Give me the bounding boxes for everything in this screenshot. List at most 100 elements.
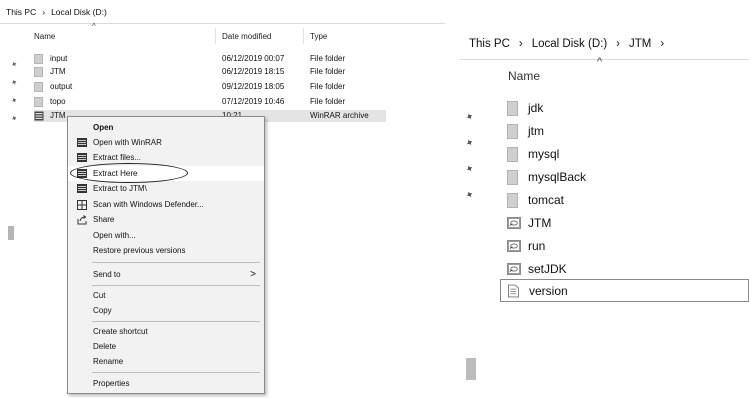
pin-icon[interactable]: ✦ (9, 113, 19, 124)
breadcrumb: This PC › Local Disk (D:) › JTM › (469, 38, 664, 50)
menu-item-delete[interactable]: Delete (68, 339, 264, 354)
shortcut-icon (507, 240, 521, 252)
file-row-jdk[interactable]: jdk (500, 97, 749, 119)
text-file-icon (508, 284, 519, 298)
folder-icon (34, 54, 43, 64)
file-type: WinRAR archive (310, 111, 369, 120)
menu-item-send-to[interactable]: Send to > (68, 267, 264, 282)
column-header-date[interactable]: Date modified (222, 32, 271, 41)
file-date: 07/12/2019 10:46 (222, 97, 285, 106)
menu-item-extract-to[interactable]: Extract to JTM\ (68, 181, 264, 196)
shortcut-icon (507, 263, 521, 275)
menu-item-open[interactable]: Open (68, 120, 264, 135)
pin-icon[interactable]: ✦ (9, 95, 19, 106)
file-name: input (50, 54, 68, 63)
winrar-icon (77, 138, 87, 147)
pin-icon[interactable]: ✦ (9, 59, 19, 70)
pin-icon[interactable]: ✦ (464, 163, 477, 177)
menu-item-restore-versions[interactable]: Restore previous versions (68, 243, 264, 258)
file-date: 06/12/2019 18:15 (222, 67, 285, 76)
folder-icon (507, 170, 518, 185)
menu-item-label: Extract to JTM\ (93, 184, 147, 193)
column-header-row: Name ^ Date modified Type (0, 22, 445, 46)
column-header-name[interactable]: Name (34, 32, 55, 41)
context-menu: Open Open with WinRAR Extract files... E… (67, 116, 265, 394)
file-name: jdk (528, 101, 544, 115)
file-name: JTM (50, 67, 66, 76)
column-header-name[interactable]: Name (508, 69, 540, 83)
menu-item-label: Properties (93, 379, 130, 388)
file-row-mysql[interactable]: mysql (500, 143, 749, 165)
column-divider[interactable] (215, 28, 216, 44)
file-date: 09/12/2019 18:05 (222, 82, 285, 91)
scrollbar-thumb[interactable] (466, 358, 476, 380)
breadcrumb-divider (460, 59, 749, 60)
breadcrumb-local-disk[interactable]: Local Disk (D:) (51, 7, 107, 17)
menu-item-share[interactable]: Share (68, 212, 264, 227)
breadcrumb-separator[interactable]: › (616, 38, 620, 50)
breadcrumb-separator[interactable]: › (660, 38, 664, 50)
file-row-jtm-folder[interactable]: JTM 06/12/2019 18:15 File folder (34, 66, 384, 78)
file-row-jtm-shortcut[interactable]: JTM (500, 212, 749, 234)
file-date: 06/12/2019 00:07 (222, 54, 285, 63)
file-name: version (529, 284, 568, 298)
folder-icon (507, 101, 518, 116)
menu-item-label: Cut (93, 291, 106, 300)
menu-item-copy[interactable]: Copy (68, 303, 264, 318)
column-header-type[interactable]: Type (310, 32, 327, 41)
left-explorer-window: This PC › Local Disk (D:) Name ^ Date mo… (0, 0, 445, 398)
menu-item-cut[interactable]: Cut (68, 288, 264, 303)
column-divider[interactable] (303, 28, 304, 44)
scrollbar-thumb[interactable] (8, 226, 14, 240)
menu-item-label: Delete (93, 342, 117, 351)
file-row-output[interactable]: output 09/12/2019 18:05 File folder (34, 81, 384, 93)
breadcrumb-separator[interactable]: › (42, 7, 45, 17)
file-row-input[interactable]: input 06/12/2019 00:07 File folder (34, 53, 384, 65)
menu-item-label: Send to (93, 270, 121, 279)
file-row-setjdk[interactable]: setJDK (500, 258, 749, 280)
winrar-icon (34, 111, 44, 121)
file-row-run[interactable]: run (500, 235, 749, 257)
menu-item-label: Scan with Windows Defender... (93, 200, 204, 209)
file-row-tomcat[interactable]: tomcat (500, 189, 749, 211)
menu-separator (92, 321, 260, 322)
menu-separator (92, 372, 260, 373)
file-row-jtm[interactable]: jtm (500, 120, 749, 142)
pin-icon[interactable]: ✦ (464, 137, 477, 151)
pin-icon[interactable]: ✦ (464, 189, 477, 203)
highlight-ellipse (70, 163, 188, 183)
pin-icon[interactable]: ✦ (9, 77, 19, 88)
breadcrumb-jtm[interactable]: JTM (629, 38, 651, 50)
breadcrumb-separator[interactable]: › (519, 38, 523, 50)
file-name: JTM (50, 111, 66, 120)
menu-item-extract-files[interactable]: Extract files... (68, 150, 264, 165)
breadcrumb-this-pc[interactable]: This PC (469, 38, 510, 50)
menu-item-scan-defender[interactable]: Scan with Windows Defender... (68, 197, 264, 212)
file-row-version[interactable]: version (500, 279, 749, 302)
file-name: output (50, 82, 73, 91)
file-row-mysqlback[interactable]: mysqlBack (500, 166, 749, 188)
file-name: mysqlBack (528, 170, 587, 184)
file-name: jtm (528, 124, 544, 138)
file-name: mysql (528, 147, 560, 161)
file-name: topo (50, 97, 66, 106)
menu-item-rename[interactable]: Rename (68, 354, 264, 369)
file-name: JTM (528, 216, 552, 230)
menu-item-create-shortcut[interactable]: Create shortcut (68, 324, 264, 339)
menu-item-properties[interactable]: Properties (68, 376, 264, 391)
breadcrumb-this-pc[interactable]: This PC (6, 7, 36, 17)
winrar-icon (77, 184, 87, 193)
file-row-topo[interactable]: topo 07/12/2019 10:46 File folder (34, 96, 384, 108)
menu-item-label: Create shortcut (93, 327, 148, 336)
folder-icon (34, 97, 43, 107)
menu-item-open-with-winrar[interactable]: Open with WinRAR (68, 135, 264, 150)
chevron-right-icon: > (250, 269, 256, 280)
pin-icon[interactable]: ✦ (464, 111, 477, 125)
file-name: setJDK (528, 262, 567, 276)
menu-item-open-with[interactable]: Open with... (68, 228, 264, 243)
file-name: run (528, 239, 546, 253)
sort-up-icon: ^ (92, 22, 96, 31)
file-name: tomcat (528, 193, 565, 207)
breadcrumb-local-disk[interactable]: Local Disk (D:) (532, 38, 607, 50)
folder-icon (507, 193, 518, 208)
